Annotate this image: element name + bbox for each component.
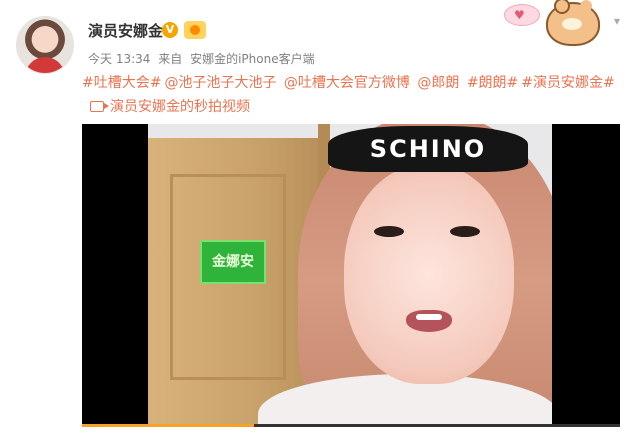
video-frame: 金娜安 SCHINO	[148, 124, 552, 424]
post-meta: 今天 13:34 来自 安娜金的iPhone客户端	[88, 50, 319, 67]
headband: SCHINO	[328, 126, 528, 172]
post-source[interactable]: 安娜金的iPhone客户端	[190, 52, 315, 66]
door-sign: 金娜安	[200, 240, 266, 284]
video-progress-fill	[82, 424, 255, 427]
mouth	[406, 310, 452, 332]
camera-icon	[90, 101, 109, 112]
verified-icon: V	[162, 22, 178, 38]
member-icon[interactable]	[184, 21, 206, 39]
heart-icon: ♥	[514, 8, 525, 22]
avatar[interactable]	[16, 16, 74, 74]
right-eye	[450, 226, 480, 237]
tag-link[interactable]: #吐槽大会#	[82, 75, 161, 91]
video-link[interactable]: 演员安娜金的秒拍视频	[90, 96, 250, 118]
source-prefix: 来自	[158, 52, 183, 66]
tag-link[interactable]: #朗朗#	[467, 75, 518, 91]
video-progress-bar[interactable]	[82, 424, 620, 427]
video-link-label: 演员安娜金的秒拍视频	[110, 99, 250, 115]
mention-link[interactable]: @吐槽大会官方微博	[284, 75, 410, 91]
post-time[interactable]: 今天 13:34	[88, 52, 150, 66]
bear-sticker-icon	[546, 0, 600, 46]
username[interactable]: 演员安娜金	[88, 20, 163, 41]
left-eye	[374, 226, 404, 237]
post-tags: #吐槽大会# @池子池子大池子 @吐槽大会官方微博 @郎朗 #朗朗# #演员安娜金#	[82, 72, 618, 94]
tag-link[interactable]: #演员安娜金#	[521, 75, 614, 91]
mention-link[interactable]: @池子池子大池子	[164, 75, 276, 91]
avatar-shirt	[25, 57, 65, 73]
face	[344, 164, 514, 384]
chevron-down-icon[interactable]: ▾	[614, 14, 620, 28]
mention-link[interactable]: @郎朗	[417, 75, 459, 91]
card-decoration: ♥ ▾	[486, 0, 640, 46]
video-player[interactable]: 金娜安 SCHINO	[82, 124, 620, 424]
